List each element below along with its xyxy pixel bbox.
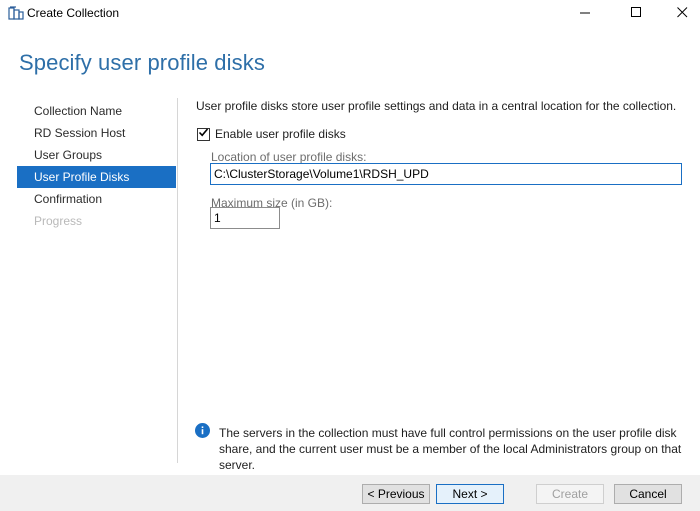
nav-divider bbox=[177, 98, 178, 463]
checkmark-icon bbox=[198, 127, 209, 141]
max-size-input[interactable]: 1 bbox=[210, 207, 280, 229]
minimize-icon bbox=[579, 7, 591, 21]
server-collection-icon bbox=[8, 6, 24, 20]
previous-button[interactable]: < Previous bbox=[362, 484, 430, 504]
minimize-button[interactable] bbox=[562, 0, 608, 27]
nav-item-progress: Progress bbox=[34, 214, 83, 228]
enable-upd-label[interactable]: Enable user profile disks bbox=[215, 127, 346, 141]
info-icon bbox=[195, 423, 210, 438]
nav-item-user-groups[interactable]: User Groups bbox=[17, 144, 176, 166]
location-input[interactable]: C:\ClusterStorage\Volume1\RDSH_UPD bbox=[210, 163, 682, 185]
wizard-nav: Collection Name RD Session Host User Gro… bbox=[17, 100, 176, 232]
window-title: Create Collection bbox=[27, 6, 120, 20]
enable-upd-checkbox[interactable] bbox=[197, 127, 210, 141]
info-note: The servers in the collection must have … bbox=[219, 426, 682, 472]
close-icon bbox=[676, 6, 688, 21]
nav-item-user-profile-disks[interactable]: User Profile Disks bbox=[17, 166, 176, 188]
page-description: User profile disks store user profile se… bbox=[196, 99, 677, 113]
title-bar: Create Collection bbox=[0, 0, 700, 27]
create-button: Create bbox=[536, 484, 604, 504]
create-collection-window: Create Collection Specify user profile d… bbox=[0, 0, 700, 511]
nav-item-rd-session-host[interactable]: RD Session Host bbox=[17, 122, 176, 144]
close-button[interactable] bbox=[659, 0, 700, 27]
next-button[interactable]: Next > bbox=[436, 484, 504, 504]
nav-item-collection-name[interactable]: Collection Name bbox=[17, 100, 176, 122]
cancel-button[interactable]: Cancel bbox=[614, 484, 682, 504]
nav-item-confirmation[interactable]: Confirmation bbox=[17, 188, 176, 210]
enable-upd-row[interactable]: Enable user profile disks bbox=[197, 127, 346, 141]
maximize-icon bbox=[630, 6, 642, 21]
location-label: Location of user profile disks: bbox=[211, 150, 367, 164]
maximize-button[interactable] bbox=[613, 0, 659, 27]
page-title: Specify user profile disks bbox=[19, 50, 265, 75]
